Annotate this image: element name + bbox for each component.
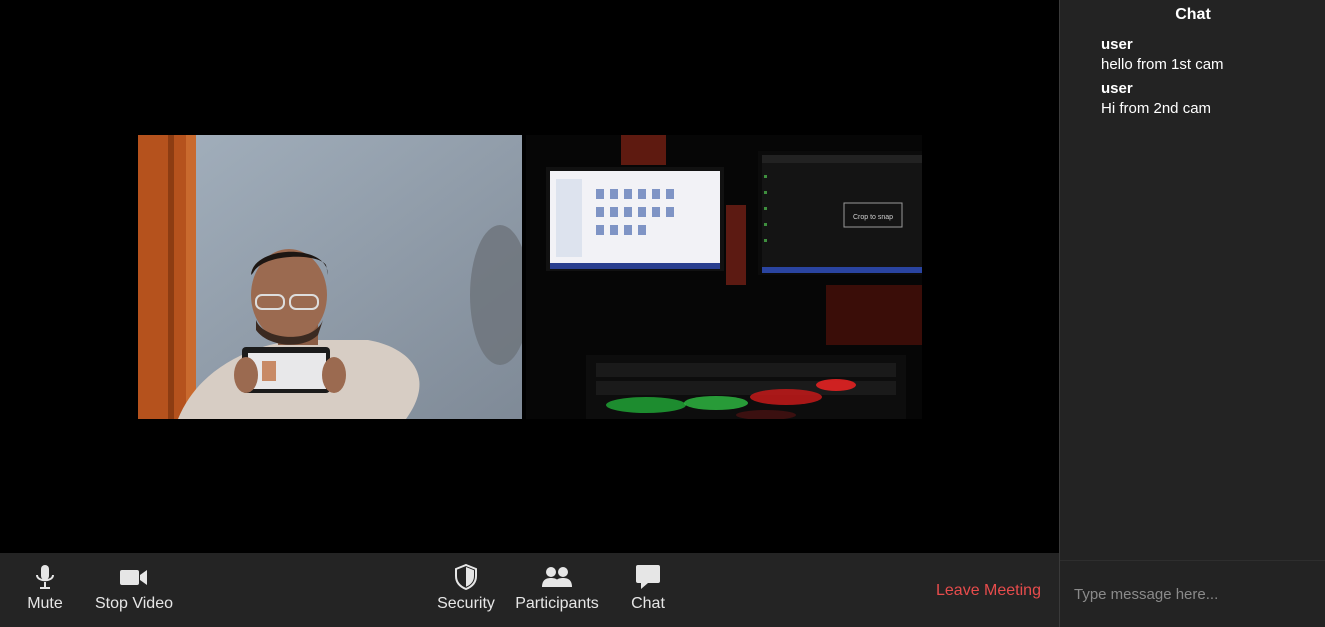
people-icon <box>541 563 573 591</box>
leave-meeting-button[interactable]: Leave Meeting <box>936 578 1048 604</box>
video-stage: Crop to snap <box>0 0 1059 553</box>
mute-label: Mute <box>27 595 63 612</box>
chat-panel: Chat user hello from 1st cam user Hi fro… <box>1059 0 1325 627</box>
speech-bubble-icon <box>635 563 661 591</box>
security-button[interactable]: Security <box>436 563 496 619</box>
chat-message-text: Hi from 2nd cam <box>1101 100 1212 117</box>
meeting-app: Crop to snap Mute Stop Video Security Pa… <box>0 0 1325 627</box>
chat-message-text: hello from 1st cam <box>1101 56 1224 73</box>
security-label: Security <box>437 595 495 612</box>
meeting-toolbar: Mute Stop Video Security Participants Ch… <box>0 553 1059 627</box>
camera-1-feed-image <box>138 135 522 419</box>
crop-to-snap-text: Crop to snap <box>853 214 893 221</box>
stop-video-button[interactable]: Stop Video <box>92 563 176 619</box>
camera-2-feed-image: Crop to snap <box>526 135 922 419</box>
chat-message: user Hi from 2nd cam <box>1101 79 1321 123</box>
video-camera-icon <box>119 563 149 591</box>
chat-message: user hello from 1st cam <box>1101 35 1321 79</box>
chat-title: Chat <box>1175 6 1211 23</box>
chat-message-list: user hello from 1st cam user Hi from 2nd… <box>1101 35 1321 123</box>
chat-button[interactable]: Chat <box>626 563 670 619</box>
microphone-icon <box>35 563 55 591</box>
chat-input-area <box>1060 560 1325 627</box>
participants-button[interactable]: Participants <box>514 563 600 619</box>
stop-video-label: Stop Video <box>95 595 173 612</box>
video-tile-camera-1[interactable] <box>138 135 522 419</box>
chat-label: Chat <box>631 595 665 612</box>
participants-label: Participants <box>515 595 599 612</box>
mute-button[interactable]: Mute <box>22 563 68 619</box>
video-tile-camera-2[interactable]: Crop to snap <box>526 135 922 419</box>
chat-message-input[interactable] <box>1074 581 1314 607</box>
shield-icon <box>454 563 478 591</box>
